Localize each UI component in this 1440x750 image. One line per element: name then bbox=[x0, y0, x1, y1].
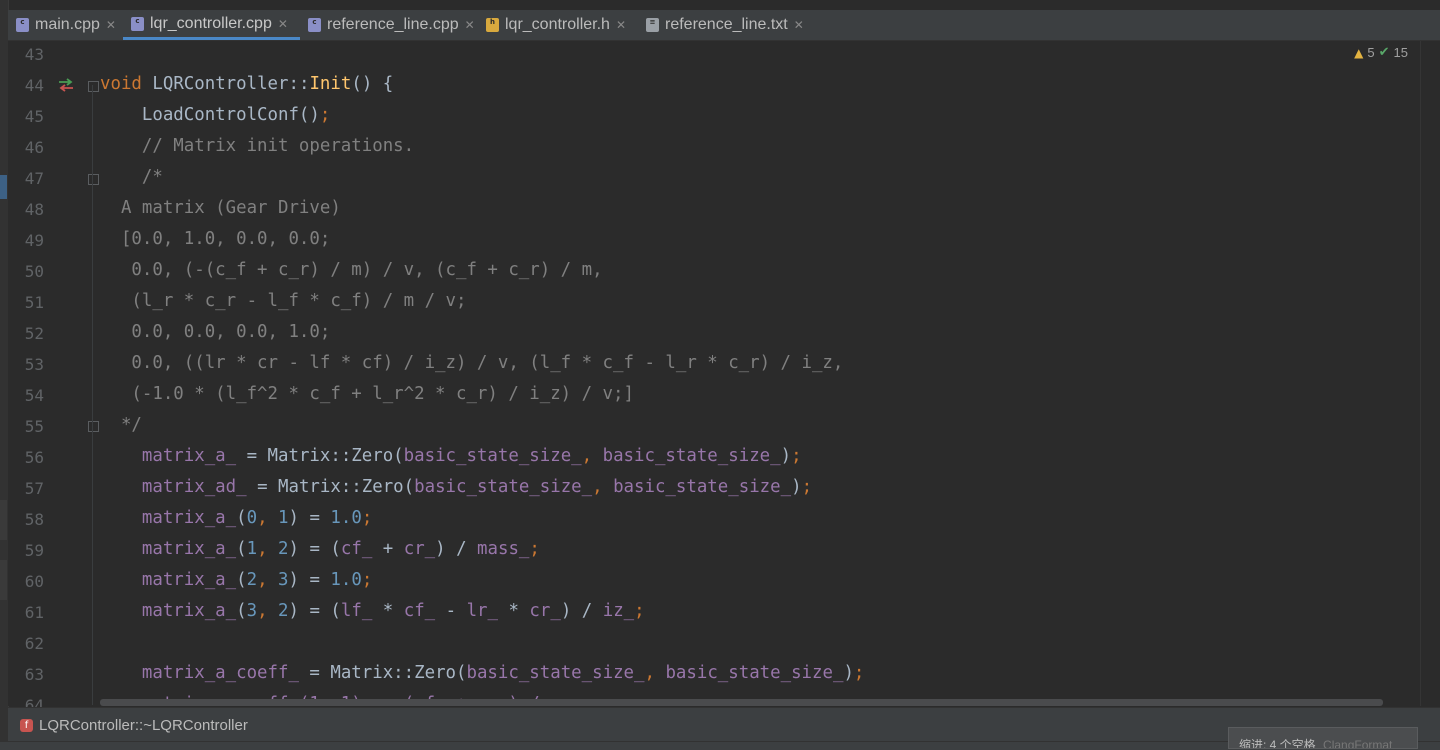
indent-status-widget[interactable]: 缩进: 4 个空格 ClangFormat bbox=[1228, 727, 1418, 749]
line-number: 53 bbox=[24, 355, 44, 374]
line-number: 43 bbox=[24, 45, 44, 64]
line-number: 52 bbox=[24, 324, 44, 343]
code-line-46: // Matrix init operations. bbox=[100, 136, 415, 156]
code-line-58: matrix_a_(0, 1) = 1.0; bbox=[141, 508, 373, 528]
cpp-file-icon: c bbox=[308, 18, 321, 32]
tab-label: main.cpp bbox=[35, 16, 100, 33]
code-line-48: A matrix (Gear Drive) bbox=[100, 198, 341, 218]
code-line-52: 0.0, 0.0, 0.0, 1.0; bbox=[100, 322, 331, 342]
tab-reference-line-cpp[interactable]: c reference_line.cpp ✕ bbox=[300, 10, 478, 40]
warning-icon: ▲ bbox=[1354, 45, 1364, 60]
line-number: 51 bbox=[24, 293, 44, 312]
code-line-50: 0.0, (-(c_f + c_r) / m) / v, (c_f + c_r)… bbox=[100, 260, 603, 280]
tab-label: lqr_controller.h bbox=[505, 16, 610, 33]
line-number: 63 bbox=[24, 665, 44, 684]
line-number-gutter: 43 44 45 46 47 48 49 50 51 52 53 54 55 5… bbox=[8, 41, 99, 715]
vertical-scrollbar[interactable] bbox=[1420, 41, 1440, 706]
fold-toggle-icon[interactable] bbox=[88, 421, 99, 432]
line-number: 48 bbox=[24, 200, 44, 219]
close-icon[interactable]: ✕ bbox=[794, 18, 804, 32]
code-line-63: matrix_a_coeff_ = Matrix::Zero(basic_sta… bbox=[141, 663, 865, 683]
close-icon[interactable]: ✕ bbox=[616, 18, 626, 32]
tab-label: reference_line.cpp bbox=[327, 16, 459, 33]
check-icon: ✔ bbox=[1378, 45, 1390, 60]
strip-selection-marker bbox=[0, 175, 7, 199]
tab-lqr-controller-h[interactable]: h lqr_controller.h ✕ bbox=[478, 10, 638, 40]
close-icon[interactable]: ✕ bbox=[106, 18, 116, 32]
line-number: 56 bbox=[24, 448, 44, 467]
code-line-57: matrix_ad_ = Matrix::Zero(basic_state_si… bbox=[141, 477, 813, 497]
header-file-icon: h bbox=[486, 18, 499, 32]
line-number: 50 bbox=[24, 262, 44, 281]
override-gutter-icon[interactable] bbox=[56, 77, 76, 93]
line-number: 54 bbox=[24, 386, 44, 405]
line-number: 61 bbox=[24, 603, 44, 622]
editor-tab-bar: c main.cpp ✕ c lqr_controller.cpp ✕ c re… bbox=[8, 10, 1440, 41]
close-icon[interactable]: ✕ bbox=[278, 17, 288, 31]
code-line-51: (l_r * c_r - l_f * c_f) / m / v; bbox=[100, 291, 467, 311]
horizontal-scrollbar[interactable] bbox=[100, 699, 1383, 706]
indent-label: 缩进: 4 个空格 bbox=[1239, 738, 1316, 749]
tab-lqr-controller-cpp[interactable]: c lqr_controller.cpp ✕ bbox=[123, 10, 300, 40]
code-editor[interactable]: void LQRController::Init() { LoadControl… bbox=[100, 41, 1420, 706]
text-file-icon: ≡ bbox=[646, 18, 659, 32]
line-number: 55 bbox=[24, 417, 44, 436]
line-number: 62 bbox=[24, 634, 44, 653]
code-line-45: LoadControlConf(); bbox=[100, 105, 331, 125]
code-line-44: void LQRController::Init() { bbox=[100, 74, 394, 94]
tab-main-cpp[interactable]: c main.cpp ✕ bbox=[8, 10, 123, 40]
line-number: 44 bbox=[24, 76, 44, 95]
line-number: 58 bbox=[24, 510, 44, 529]
code-line-55: */ bbox=[100, 415, 142, 435]
line-number: 60 bbox=[24, 572, 44, 591]
line-number: 49 bbox=[24, 231, 44, 250]
code-line-47: /* bbox=[100, 167, 163, 187]
fold-toggle-icon[interactable] bbox=[88, 174, 99, 185]
breadcrumb-label[interactable]: LQRController::~LQRController bbox=[39, 717, 248, 734]
fold-toggle-icon[interactable] bbox=[88, 81, 99, 92]
formatter-label: ClangFormat bbox=[1323, 738, 1393, 749]
function-icon: f bbox=[20, 718, 33, 732]
line-number: 46 bbox=[24, 138, 44, 157]
tab-label: lqr_controller.cpp bbox=[150, 14, 272, 32]
code-line-49: [0.0, 1.0, 0.0, 0.0; bbox=[100, 229, 331, 249]
passed-count: 15 bbox=[1393, 45, 1408, 60]
code-line-53: 0.0, ((lr * cr - lf * cf) / i_z) / v, (l… bbox=[100, 353, 844, 373]
code-line-54: (-1.0 * (l_f^2 * c_f + l_r^2 * c_r) / i_… bbox=[100, 384, 634, 404]
line-number: 45 bbox=[24, 107, 44, 126]
inspection-widget[interactable]: ▲ 5 ✔ 15 ⌃ bbox=[1354, 45, 1428, 60]
tab-reference-line-txt[interactable]: ≡ reference_line.txt ✕ bbox=[638, 10, 808, 40]
warning-count: 5 bbox=[1367, 45, 1375, 60]
strip-marker bbox=[0, 500, 7, 540]
cpp-file-icon: c bbox=[131, 16, 144, 31]
code-line-56: matrix_a_ = Matrix::Zero(basic_state_siz… bbox=[141, 446, 802, 466]
line-number: 47 bbox=[24, 169, 44, 188]
line-number: 59 bbox=[24, 541, 44, 560]
close-icon[interactable]: ✕ bbox=[465, 18, 475, 32]
code-line-60: matrix_a_(2, 3) = 1.0; bbox=[141, 570, 373, 590]
breadcrumb[interactable]: f LQRController::~LQRController bbox=[8, 707, 1440, 742]
strip-marker bbox=[0, 560, 7, 600]
tab-label: reference_line.txt bbox=[665, 16, 788, 33]
fold-guide-line bbox=[92, 85, 93, 705]
line-number: 57 bbox=[24, 479, 44, 498]
code-line-59: matrix_a_(1, 2) = (cf_ + cr_) / mass_; bbox=[141, 539, 540, 559]
cpp-file-icon: c bbox=[16, 18, 29, 32]
code-line-61: matrix_a_(3, 2) = (lf_ * cf_ - lr_ * cr_… bbox=[141, 601, 645, 621]
